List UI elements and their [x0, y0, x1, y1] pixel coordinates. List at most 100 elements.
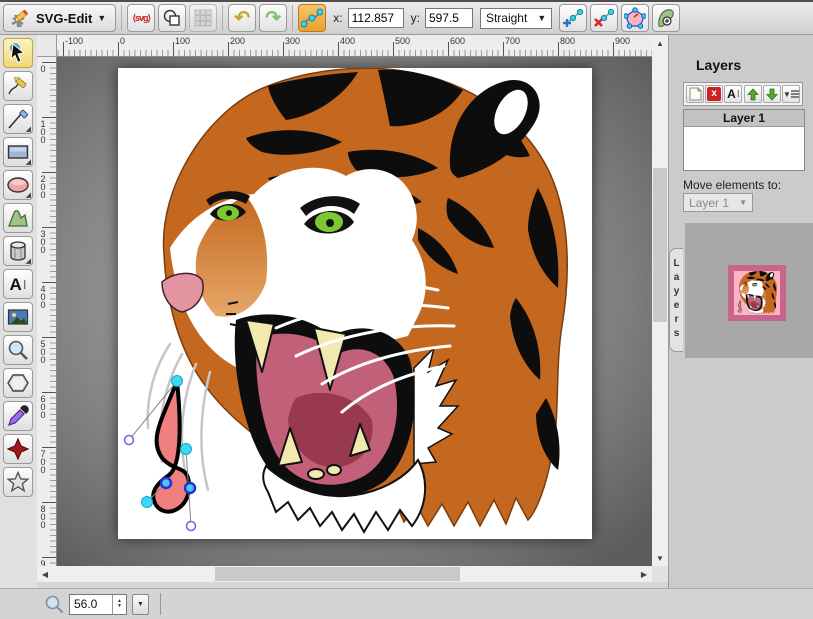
move-layer-up-button[interactable]	[744, 85, 762, 103]
thumbnail-image	[734, 271, 780, 315]
polygon-tool-button[interactable]	[3, 368, 33, 398]
workspace[interactable]	[57, 57, 652, 566]
layers-panel-title: Layers	[696, 57, 741, 73]
ruler-label: 600	[450, 36, 465, 46]
delete-node-button[interactable]	[590, 4, 618, 32]
spinner-down-icon[interactable]: ▼	[117, 604, 122, 610]
eyedropper-tool-button[interactable]	[3, 401, 33, 431]
scroll-left-button[interactable]: ◀	[37, 566, 53, 582]
layer-menu-button[interactable]: ▼	[782, 85, 800, 103]
ruler-label: 800	[38, 504, 47, 528]
pencil-tool-button[interactable]	[3, 71, 33, 101]
footer-bar: 56.0 ▲ ▼ ▼	[0, 588, 813, 619]
line-tool-button[interactable]: ◢	[3, 104, 33, 134]
segment-type-select[interactable]: Straight ▼	[480, 8, 552, 29]
horizontal-scroll-thumb[interactable]	[215, 567, 460, 581]
ruler-label: 500	[395, 36, 410, 46]
ruler-label: 0	[38, 64, 47, 72]
select-caret-icon: ▼	[739, 198, 747, 207]
segment-type-value: Straight	[486, 11, 527, 25]
path-icon	[6, 206, 30, 230]
layers-panel-toggle-tab[interactable]: Layers	[669, 248, 683, 352]
star-icon	[6, 470, 30, 494]
source-code-button[interactable]: ⟨svg⟩	[127, 4, 155, 32]
footer-separator	[160, 593, 161, 615]
horizontal-ruler: -10001002003004005006007008009001000	[37, 35, 652, 57]
grid-icon	[194, 9, 212, 27]
grid-button[interactable]	[189, 4, 217, 32]
rect-tool-button[interactable]: ◢	[3, 137, 33, 167]
svg-canvas[interactable]	[118, 68, 592, 539]
shape-tool-button[interactable]	[3, 434, 33, 464]
vertical-scroll-thumb[interactable]	[653, 168, 667, 322]
ruler-label: 900	[38, 559, 47, 566]
ruler-label: 200	[230, 36, 245, 46]
panel-preview-area	[685, 223, 813, 358]
flyout-arrow-icon: ◢	[26, 158, 31, 166]
zoom-level-input[interactable]: 56.0 ▲ ▼	[69, 594, 127, 615]
scroll-down-button[interactable]: ▼	[652, 550, 668, 566]
shape-library-tool-button[interactable]: ◢	[3, 236, 33, 266]
vertical-ruler: 0100200300400500600700800900	[37, 57, 57, 566]
x-label: x:	[333, 11, 342, 25]
text-tool-button[interactable]: A I	[3, 269, 33, 299]
node-link-icon	[301, 7, 323, 29]
move-layer-down-button[interactable]	[763, 85, 781, 103]
svg-edit-logo-icon	[9, 7, 31, 29]
y-label: y:	[411, 11, 420, 25]
flyout-arrow-icon: ◢	[26, 125, 31, 133]
ruler-label: 100	[175, 36, 190, 46]
layer-row-selected[interactable]: Layer 1	[684, 110, 804, 127]
horizontal-scrollbar[interactable]: ◀ ▶	[37, 566, 652, 582]
ruler-label: 100	[38, 119, 47, 143]
main-menu-button[interactable]: SVG-Edit ▼	[3, 4, 116, 32]
rename-layer-button[interactable]: AI	[724, 85, 742, 103]
dropdown-caret-icon: ▼	[137, 601, 144, 608]
scrollbar-corner	[652, 566, 668, 582]
path-tool-button[interactable]	[3, 203, 33, 233]
open-path-icon	[624, 7, 646, 29]
move-elements-select[interactable]: Layer 1 ▼	[683, 193, 753, 212]
zoom-spinner[interactable]: ▲ ▼	[112, 595, 126, 614]
document-thumbnail[interactable]	[728, 265, 786, 321]
add-node-button[interactable]	[559, 4, 587, 32]
svg-edit-app: SVG-Edit ▼ ⟨svg⟩ ↶	[0, 0, 813, 619]
ruler-label: 0	[120, 36, 125, 46]
scroll-up-button[interactable]: ▲	[652, 35, 668, 51]
delete-layer-icon: x	[707, 87, 721, 101]
move-elements-label: Move elements to:	[683, 178, 781, 192]
shapes-overlap-icon	[162, 8, 182, 28]
x-coordinate-input[interactable]	[348, 8, 404, 28]
scroll-right-button[interactable]: ▶	[636, 566, 652, 582]
select-caret-icon: ▼	[537, 13, 546, 23]
link-control-points-button[interactable]	[298, 4, 326, 32]
undo-button[interactable]: ↶	[228, 4, 256, 32]
rename-layer-icon: A	[727, 87, 736, 101]
select-tool-button[interactable]	[3, 38, 33, 68]
ruler-corner	[37, 35, 57, 57]
layer-menu-icon: ▼	[783, 90, 791, 99]
image-tool-button[interactable]	[3, 302, 33, 332]
y-coordinate-input[interactable]	[425, 8, 473, 28]
zoom-magnifier-icon	[44, 594, 64, 614]
delete-node-icon	[593, 7, 615, 29]
toolbar-separator	[222, 5, 223, 31]
convert-to-path-button[interactable]	[652, 4, 680, 32]
pencil-icon	[6, 74, 30, 98]
ellipse-tool-button[interactable]: ◢	[3, 170, 33, 200]
zoom-preset-dropdown[interactable]: ▼	[132, 594, 149, 615]
layer-up-icon	[747, 88, 759, 101]
red-diamond-icon	[6, 437, 30, 461]
zoom-tool-button[interactable]	[3, 335, 33, 365]
redo-button[interactable]: ↷	[259, 4, 287, 32]
toolbar-separator	[121, 5, 122, 31]
delete-layer-button[interactable]: x	[705, 85, 723, 103]
new-layer-button[interactable]	[686, 85, 704, 103]
eyedropper-icon	[6, 404, 30, 428]
star-tool-button[interactable]	[3, 467, 33, 497]
toolbar-separator	[292, 5, 293, 31]
vertical-scrollbar[interactable]: ▲ ▼	[652, 35, 668, 566]
open-path-button[interactable]	[621, 4, 649, 32]
ruler-label: 500	[38, 339, 47, 363]
document-properties-button[interactable]	[158, 4, 186, 32]
